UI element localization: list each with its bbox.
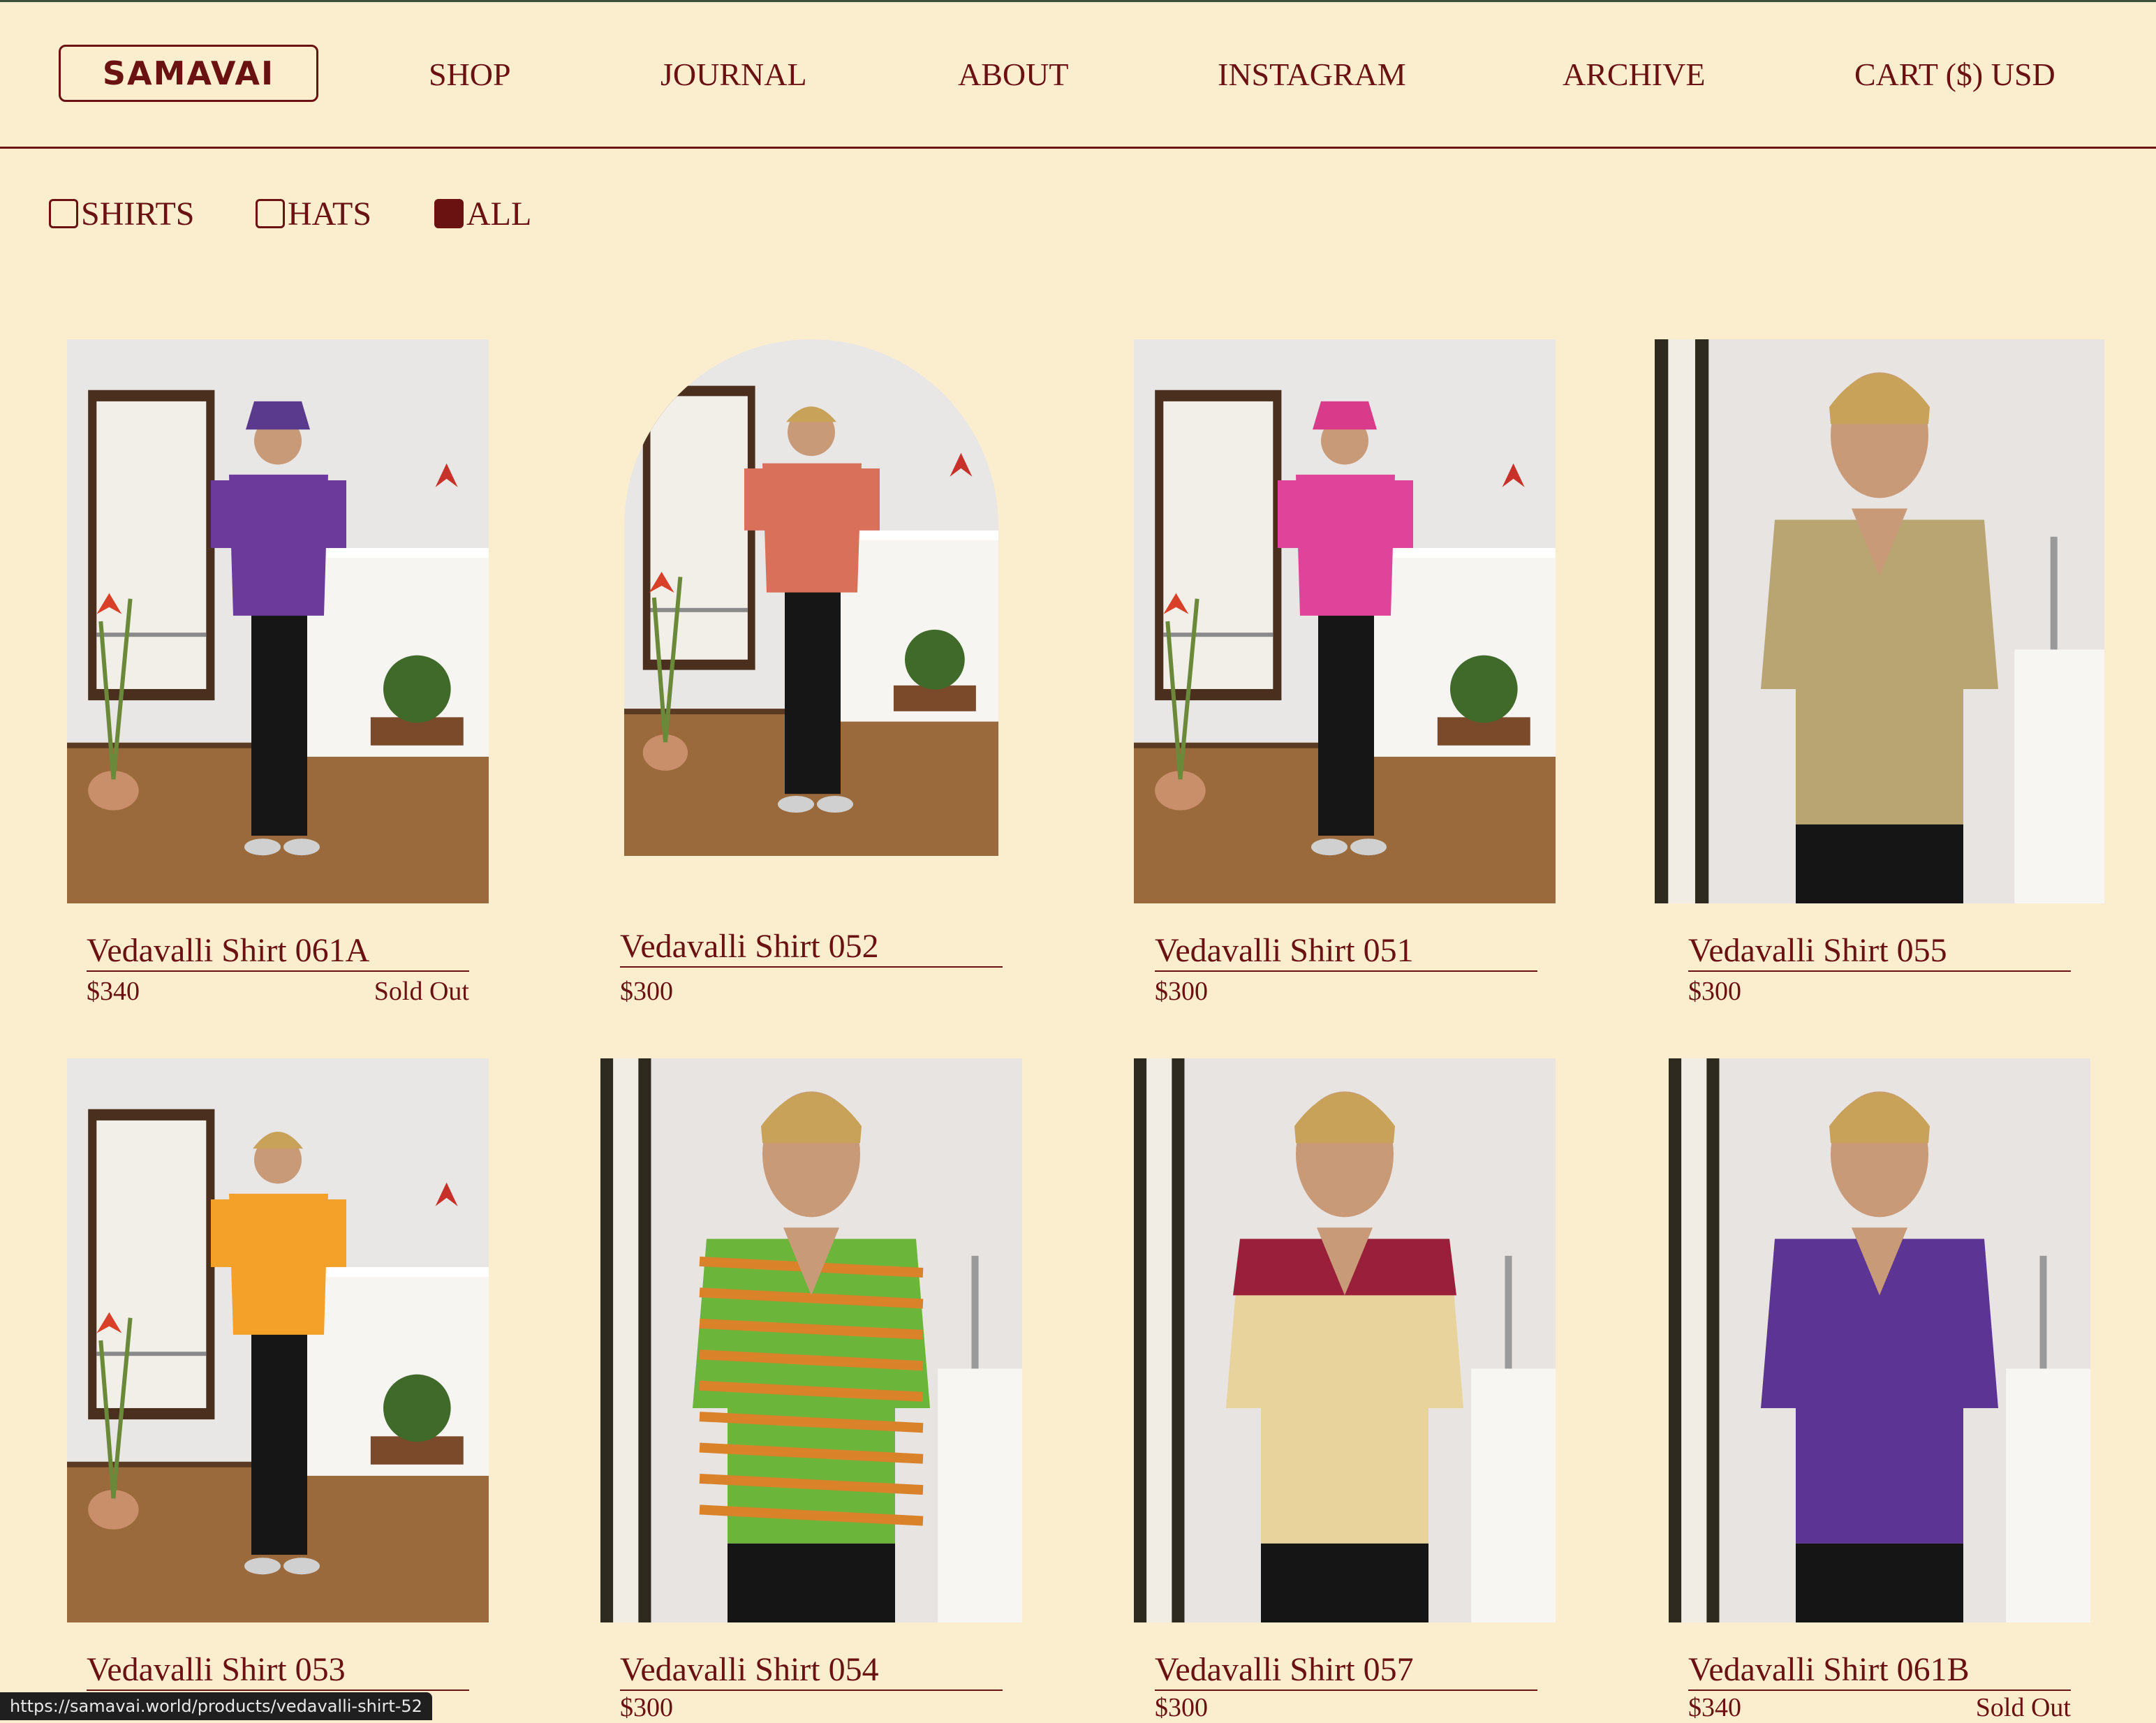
nav-cart[interactable]: CART ($) USD — [1854, 50, 2055, 99]
product-status — [620, 976, 1003, 1007]
product-image[interactable] — [1134, 339, 1556, 903]
filter-all[interactable]: ALL — [434, 191, 531, 236]
filter-shirts-label: SHIRTS — [81, 195, 195, 232]
nav-journal[interactable]: JOURNAL — [660, 50, 807, 99]
filter-all-label: ALL — [466, 195, 532, 232]
product-title[interactable]: Vedavalli Shirt 055 — [1688, 931, 2071, 972]
filter-shirts[interactable]: SHIRTS — [49, 191, 195, 236]
product-status — [1688, 976, 2071, 1007]
product-status — [1155, 976, 1537, 1007]
product-title[interactable]: Vedavalli Shirt 061B — [1688, 1650, 2071, 1691]
filter-shirts-checkbox[interactable] — [49, 199, 78, 228]
nav-about[interactable]: ABOUT — [958, 50, 1068, 99]
filter-all-checkbox[interactable] — [434, 199, 464, 228]
product-image[interactable] — [1669, 1058, 2090, 1622]
product-image[interactable] — [624, 339, 998, 856]
product-status: Sold Out — [1975, 1693, 2071, 1722]
product-image[interactable] — [67, 1058, 489, 1622]
product-title[interactable]: Vedavalli Shirt 053 — [87, 1650, 469, 1691]
product-status — [1155, 1692, 1537, 1723]
product-title[interactable]: Vedavalli Shirt 061A — [87, 931, 469, 972]
nav-shop[interactable]: SHOP — [429, 50, 511, 99]
nav-instagram[interactable]: INSTAGRAM — [1218, 50, 1406, 99]
product-status: Sold Out — [374, 977, 469, 1006]
product-title[interactable]: Vedavalli Shirt 052 — [620, 927, 1003, 968]
product-image[interactable] — [67, 339, 489, 903]
logo[interactable]: SAMAVAI — [59, 45, 318, 102]
filter-hats-checkbox[interactable] — [256, 199, 285, 228]
product-image[interactable] — [600, 1058, 1022, 1622]
product-title[interactable]: Vedavalli Shirt 057 — [1155, 1650, 1537, 1691]
product-image[interactable] — [1655, 339, 2104, 903]
filter-hats-label: HATS — [288, 195, 372, 232]
site-header: SAMAVAI SHOP JOURNAL ABOUT INSTAGRAM ARC… — [0, 0, 2156, 149]
product-title[interactable]: Vedavalli Shirt 054 — [620, 1650, 1003, 1691]
link-status-bar: https://samavai.world/products/vedavalli… — [0, 1692, 432, 1720]
product-title[interactable]: Vedavalli Shirt 051 — [1155, 931, 1537, 972]
nav-archive[interactable]: ARCHIVE — [1563, 50, 1705, 99]
product-image[interactable] — [1134, 1058, 1556, 1622]
filter-hats[interactable]: HATS — [256, 191, 371, 236]
product-status — [620, 1692, 1003, 1723]
